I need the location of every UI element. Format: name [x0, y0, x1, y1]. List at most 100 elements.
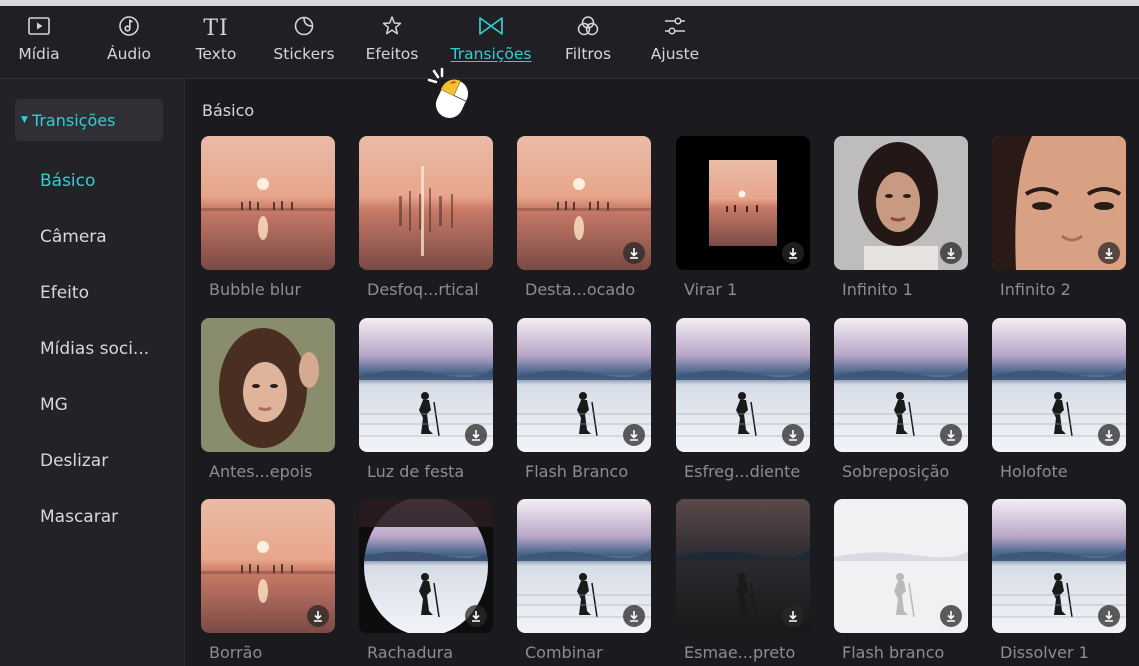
- transition-tile-esfreg-diente[interactable]: Esfreg...diente: [676, 318, 810, 481]
- transition-name: Antes...epois: [209, 462, 313, 481]
- transition-thumbnail[interactable]: [201, 499, 335, 633]
- transition-tile-combinar[interactable]: Combinar: [517, 499, 651, 662]
- download-icon[interactable]: [1098, 424, 1120, 446]
- transition-name: Holofote: [1000, 462, 1068, 481]
- transition-thumbnail[interactable]: [992, 499, 1126, 633]
- download-icon[interactable]: [940, 242, 962, 264]
- download-icon[interactable]: [782, 242, 804, 264]
- transition-name: Esfreg...diente: [684, 462, 801, 481]
- audio-icon: [118, 15, 140, 41]
- transition-thumbnail[interactable]: [359, 318, 493, 452]
- tab-label: Mídia: [18, 45, 60, 63]
- transition-tile-borrao[interactable]: Borrão: [201, 499, 335, 662]
- transition-thumbnail[interactable]: [359, 499, 493, 633]
- transition-tile-desfoq-rtical[interactable]: Desfoq...rtical: [359, 136, 493, 299]
- tab-transicoes[interactable]: Transições: [442, 14, 540, 63]
- sidebar-item-camera[interactable]: Câmera: [40, 227, 107, 247]
- transition-tile-virar-1[interactable]: Virar 1: [676, 136, 810, 299]
- text-icon: TI: [203, 15, 229, 41]
- sidebar-header-label: Transições: [31, 110, 116, 130]
- transition-tile-flash-branco[interactable]: Flash branco: [834, 499, 968, 662]
- tab-ajuste[interactable]: Ajuste: [642, 14, 708, 63]
- download-icon[interactable]: [623, 424, 645, 446]
- effects-star-icon: [381, 15, 403, 41]
- category-sidebar: ▼ Transições Básico Câmera Efeito Mídias…: [0, 79, 185, 666]
- transition-tile-esmae-preto[interactable]: Esmae...preto: [676, 499, 810, 662]
- transition-name: Infinito 2: [1000, 280, 1071, 299]
- tab-label: Stickers: [273, 45, 335, 63]
- transition-name: Virar 1: [684, 280, 738, 299]
- transition-tile-flash-branco[interactable]: Flash Branco: [517, 318, 651, 481]
- transition-thumbnail[interactable]: [992, 136, 1126, 270]
- download-icon[interactable]: [940, 605, 962, 627]
- transition-tile-bubble-blur[interactable]: Bubble blur: [201, 136, 335, 299]
- transition-name: Desfoq...rtical: [367, 280, 479, 299]
- tab-texto[interactable]: TI Texto: [186, 14, 246, 64]
- transition-name: Infinito 1: [842, 280, 913, 299]
- sidebar-item-midias-sociais[interactable]: Mídias soci...: [40, 339, 149, 359]
- download-icon[interactable]: [1098, 605, 1120, 627]
- caret-down-icon: ▼: [21, 115, 28, 125]
- transition-name: Luz de festa: [367, 462, 465, 481]
- mouse-click-icon: [426, 67, 476, 129]
- tab-audio[interactable]: Áudio: [96, 14, 162, 63]
- sidebar-item-basico[interactable]: Básico: [40, 171, 95, 191]
- tab-filtros[interactable]: Filtros: [556, 14, 620, 63]
- transition-name: Esmae...preto: [684, 643, 796, 662]
- tab-label: Transições: [450, 45, 532, 63]
- transition-tile-luz-de-festa[interactable]: Luz de festa: [359, 318, 493, 481]
- transition-tile-dissolver-1[interactable]: Dissolver 1: [992, 499, 1126, 662]
- download-icon[interactable]: [1098, 242, 1120, 264]
- sidebar-item-mascarar[interactable]: Mascarar: [40, 507, 118, 527]
- transition-thumbnail[interactable]: [359, 136, 493, 270]
- transition-tile-holofote[interactable]: Holofote: [992, 318, 1126, 481]
- download-icon[interactable]: [623, 605, 645, 627]
- transition-name: Flash branco: [842, 643, 945, 662]
- download-icon[interactable]: [465, 605, 487, 627]
- transition-tile-infinito-2[interactable]: Infinito 2: [992, 136, 1126, 299]
- transition-thumbnail[interactable]: [834, 136, 968, 270]
- transition-thumbnail[interactable]: [676, 499, 810, 633]
- transition-tile-sobreposicao[interactable]: Sobreposição: [834, 318, 968, 481]
- media-icon: [28, 17, 50, 39]
- sidebar-header-transicoes[interactable]: ▼ Transições: [15, 99, 163, 141]
- section-title: Básico: [202, 101, 255, 120]
- filters-icon: [576, 15, 600, 41]
- tab-stickers[interactable]: Stickers: [266, 14, 342, 63]
- tab-label: Efeitos: [365, 45, 419, 63]
- transition-bowtie-icon: [478, 16, 504, 40]
- transition-thumbnail[interactable]: [834, 318, 968, 452]
- transition-name: Sobreposição: [842, 462, 950, 481]
- adjust-sliders-icon: [663, 15, 687, 41]
- transition-name: Flash Branco: [525, 462, 629, 481]
- tab-efeitos[interactable]: Efeitos: [358, 14, 426, 63]
- top-toolbar: Mídia Áudio TI Texto Stickers Efeitos Tr…: [0, 6, 1139, 79]
- download-icon[interactable]: [623, 242, 645, 264]
- tab-midia[interactable]: Mídia: [6, 14, 72, 63]
- download-icon[interactable]: [307, 605, 329, 627]
- transition-thumbnail[interactable]: [676, 136, 810, 270]
- transition-tile-antes-epois[interactable]: Antes...epois: [201, 318, 335, 481]
- tab-label: Filtros: [564, 45, 612, 63]
- transition-tile-infinito-1[interactable]: Infinito 1: [834, 136, 968, 299]
- download-icon[interactable]: [782, 424, 804, 446]
- transitions-panel: Básico Bubble blur Desfoq...rtical Desta…: [185, 79, 1139, 666]
- transition-thumbnail[interactable]: [676, 318, 810, 452]
- transition-thumbnail[interactable]: [517, 318, 651, 452]
- transition-thumbnail[interactable]: [992, 318, 1126, 452]
- tab-label: Áudio: [106, 45, 152, 63]
- transition-name: Desta...ocado: [525, 280, 636, 299]
- transition-thumbnail[interactable]: [201, 136, 335, 270]
- transition-thumbnail[interactable]: [834, 499, 968, 633]
- transition-tile-desta-ocado[interactable]: Desta...ocado: [517, 136, 651, 299]
- transition-thumbnail[interactable]: [201, 318, 335, 452]
- transition-thumbnail[interactable]: [517, 136, 651, 270]
- download-icon[interactable]: [465, 424, 487, 446]
- sidebar-item-efeito[interactable]: Efeito: [40, 283, 89, 303]
- download-icon[interactable]: [940, 424, 962, 446]
- sidebar-item-mg[interactable]: MG: [40, 395, 68, 415]
- transition-tile-rachadura[interactable]: Rachadura: [359, 499, 493, 662]
- download-icon[interactable]: [782, 605, 804, 627]
- sidebar-item-deslizar[interactable]: Deslizar: [40, 451, 108, 471]
- transition-thumbnail[interactable]: [517, 499, 651, 633]
